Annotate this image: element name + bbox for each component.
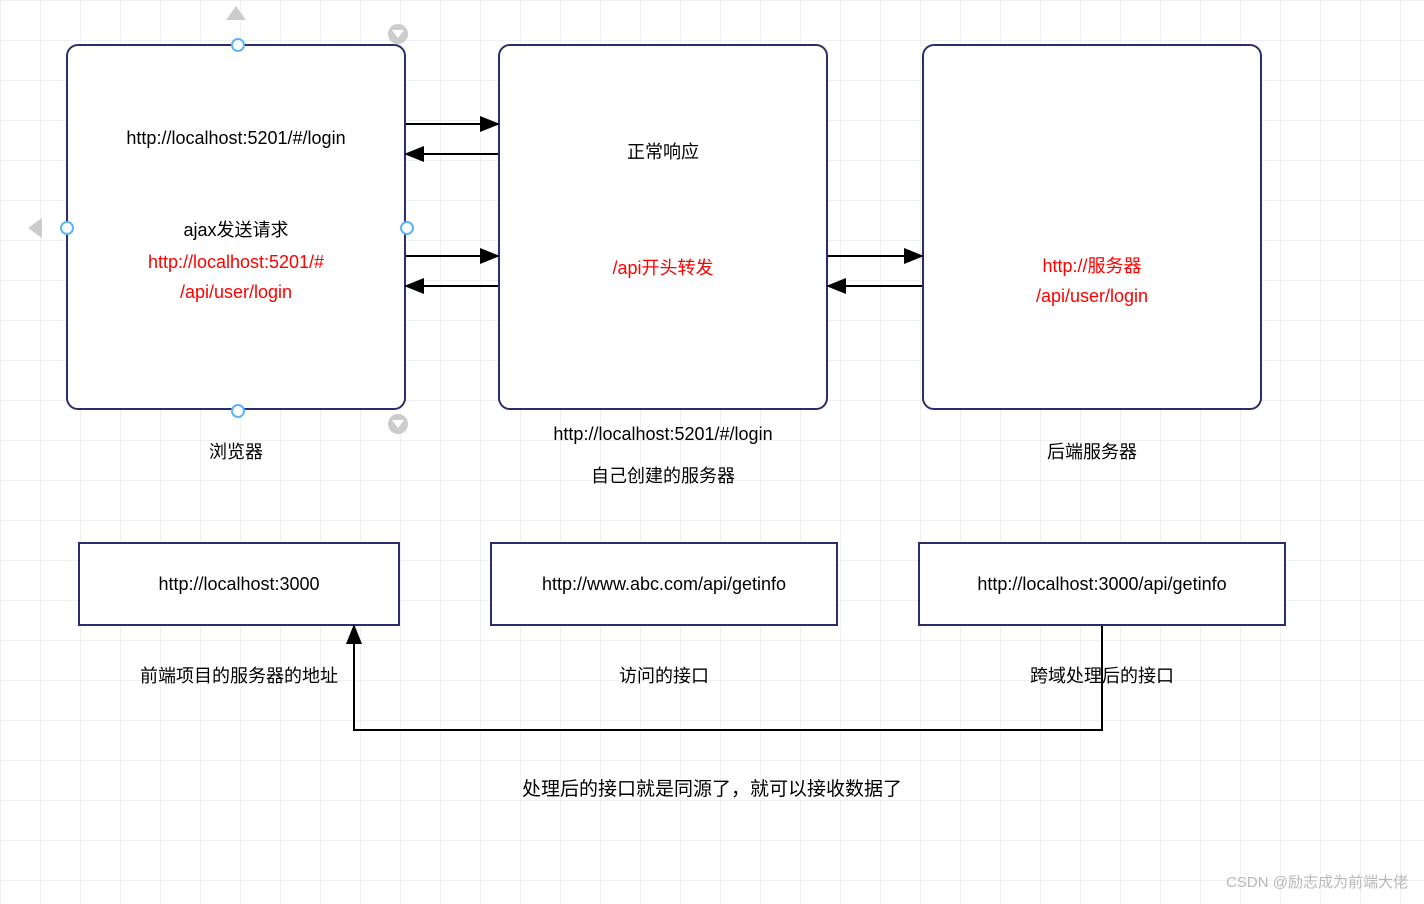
frontend-server-text: http://localhost:3000 <box>158 570 319 599</box>
label-proxy-url: http://localhost:5201/#/login <box>498 424 828 445</box>
api-access-text: http://www.abc.com/api/getinfo <box>542 570 786 599</box>
diagram-stage[interactable]: http://localhost:5201/#/login ajax发送请求 h… <box>0 0 1424 904</box>
conclusion-text: 处理后的接口就是同源了，就可以接收数据了 <box>0 774 1424 801</box>
browser-ajax-url-1: http://localhost:5201/# <box>68 248 404 277</box>
dir-arrow-up-icon[interactable] <box>226 6 246 20</box>
label-api-access: 访问的接口 <box>490 662 838 688</box>
box-backend[interactable]: http://服务器 /api/user/login <box>922 44 1262 410</box>
box-proxy[interactable]: 正常响应 /api开头转发 <box>498 44 828 410</box>
label-proxy-desc: 自己创建的服务器 <box>498 462 828 488</box>
label-browser: 浏览器 <box>66 438 406 464</box>
box-cross-origin[interactable]: http://localhost:3000/api/getinfo <box>918 542 1286 626</box>
box-api-access[interactable]: http://www.abc.com/api/getinfo <box>490 542 838 626</box>
browser-ajax-url-2: /api/user/login <box>68 278 404 307</box>
resize-handle-top[interactable] <box>231 38 245 52</box>
box-frontend-server[interactable]: http://localhost:3000 <box>78 542 400 626</box>
dir-arrow-left-icon[interactable] <box>28 218 42 238</box>
cross-origin-text: http://localhost:3000/api/getinfo <box>977 570 1226 599</box>
dir-arrow-bottomright-icon[interactable] <box>388 414 408 434</box>
browser-url: http://localhost:5201/#/login <box>68 124 404 153</box>
dir-arrow-topright-icon[interactable] <box>388 24 408 44</box>
label-backend: 后端服务器 <box>922 438 1262 464</box>
label-cross-origin: 跨域处理后的接口 <box>918 662 1286 688</box>
label-frontend-server: 前端项目的服务器的地址 <box>78 662 400 688</box>
proxy-normal-response: 正常响应 <box>500 138 826 167</box>
backend-url-2: /api/user/login <box>924 282 1260 311</box>
watermark: CSDN @励志成为前端大佬 <box>1226 871 1408 892</box>
resize-handle-bottom[interactable] <box>231 404 245 418</box>
resize-handle-right[interactable] <box>400 221 414 235</box>
browser-ajax-label: ajax发送请求 <box>68 216 404 245</box>
box-browser[interactable]: http://localhost:5201/#/login ajax发送请求 h… <box>66 44 406 410</box>
backend-url-1: http://服务器 <box>924 252 1260 281</box>
resize-handle-left[interactable] <box>60 221 74 235</box>
proxy-api-forward: /api开头转发 <box>500 254 826 283</box>
